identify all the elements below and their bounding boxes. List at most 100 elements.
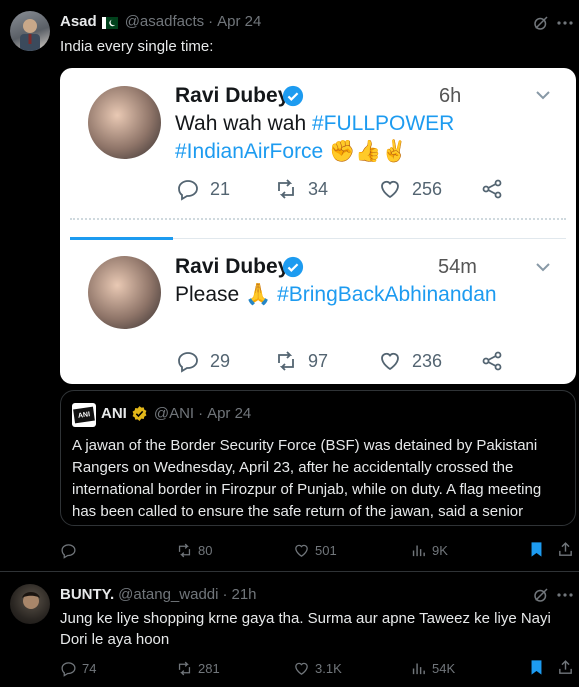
like-count: 236 xyxy=(412,350,443,371)
grok-icon[interactable] xyxy=(532,586,550,604)
timestamp[interactable]: Apr 24 xyxy=(217,13,261,30)
display-name[interactable]: Asad xyxy=(60,13,97,30)
retweet-icon xyxy=(178,543,191,557)
share-icon[interactable] xyxy=(557,659,574,676)
share-icon[interactable] xyxy=(557,541,574,558)
embedded-text: Please 🙏 #BringBackAbhinandan xyxy=(175,281,497,309)
views-button[interactable]: 54K xyxy=(410,660,455,677)
quote-handle: @ANI xyxy=(153,405,195,422)
like-button[interactable]: 501 xyxy=(293,542,337,559)
reply-button[interactable] xyxy=(60,542,82,559)
reply-count: 74 xyxy=(82,660,97,676)
embedded-reply: 29 xyxy=(176,349,230,373)
embedded-avatar xyxy=(88,256,161,329)
separator: · xyxy=(208,13,214,30)
views-button[interactable]: 9K xyxy=(410,542,448,559)
embedded-dotted-divider xyxy=(70,218,566,220)
views-chart-icon xyxy=(412,545,425,556)
more-options-icon[interactable] xyxy=(556,590,574,600)
view-count: 9K xyxy=(432,542,448,558)
handle[interactable]: @asadfacts xyxy=(125,13,204,30)
reply-icon xyxy=(178,352,198,373)
tweet-text: Jung ke liye shopping krne gaya tha. Sur… xyxy=(60,610,551,648)
retweet-button[interactable]: 80 xyxy=(176,542,212,559)
bookmark-filled-icon[interactable] xyxy=(528,659,545,676)
quote-display-name: ANI xyxy=(101,405,127,422)
reply-count: 29 xyxy=(210,350,231,371)
embedded-text-plain: Wah wah wah xyxy=(175,112,307,135)
like-button[interactable]: 3.1K xyxy=(293,660,342,677)
views-chart-icon xyxy=(412,663,425,674)
grok-icon[interactable] xyxy=(532,14,550,32)
like-count: 501 xyxy=(315,542,337,558)
embedded-reply: 21 xyxy=(176,177,230,201)
tweet-actions: 80 501 9K xyxy=(60,540,576,560)
embedded-like: 256 xyxy=(378,177,442,201)
embedded-progress-line xyxy=(70,237,173,240)
reply-icon xyxy=(61,543,76,559)
retweet-button[interactable]: 281 xyxy=(176,660,220,677)
embedded-like: 236 xyxy=(378,349,442,373)
heart-icon xyxy=(295,662,308,675)
tweet-header: BUNTY. @atang_waddi · 21h xyxy=(60,586,257,603)
reply-icon xyxy=(178,180,198,201)
ani-logo-text: ANI xyxy=(73,406,95,424)
reply-count: 21 xyxy=(210,178,231,199)
quote-text: A jawan of the Border Security Force (BS… xyxy=(72,437,542,520)
tweet-actions: 74 281 3.1K 54K xyxy=(60,658,576,678)
emoji-group: ✊👍✌ xyxy=(329,140,408,163)
avatar-person-icon xyxy=(20,19,40,51)
chevron-down-icon xyxy=(536,263,550,272)
quote-header: ANI @ANI · Apr 24 xyxy=(101,405,251,422)
embedded-avatar xyxy=(88,86,161,159)
avatar[interactable] xyxy=(10,584,50,624)
avatar-person-icon xyxy=(22,592,40,609)
tweet-divider xyxy=(0,571,579,572)
embedded-time: 6h xyxy=(439,85,462,107)
handle[interactable]: @atang_waddi xyxy=(118,586,218,603)
display-name[interactable]: BUNTY. xyxy=(60,586,114,603)
verified-badge-icon xyxy=(282,256,304,278)
like-count: 3.1K xyxy=(315,660,342,676)
tweet-text: India every single time: xyxy=(60,38,214,55)
ani-logo-icon: ANI xyxy=(72,403,96,427)
hashtag: #BringBackAbhinandan xyxy=(277,283,497,306)
embedded-divider xyxy=(173,238,566,239)
hashtag: #IndianAirForce xyxy=(175,140,324,163)
more-options-icon[interactable] xyxy=(556,18,574,28)
retweet-icon xyxy=(278,351,294,371)
retweet-icon xyxy=(178,661,191,675)
heart-icon xyxy=(295,544,308,557)
gold-verified-badge-icon xyxy=(132,406,147,421)
hashtag: #FULLPOWER xyxy=(311,112,455,135)
verified-badge-icon xyxy=(282,85,304,107)
tweet-header: Asad @asadfacts · Apr 24 xyxy=(60,13,261,30)
embedded-retweet: 34 xyxy=(274,177,328,201)
embedded-name: Ravi Dubey xyxy=(175,84,290,107)
heart-icon xyxy=(381,352,399,371)
share-icon xyxy=(482,179,502,199)
timestamp[interactable]: 21h xyxy=(231,586,256,603)
tweet-media-image[interactable]: Ravi Dubey 6h Wah wah wah #FULLPOWER #In… xyxy=(60,68,576,384)
embedded-text-line2: #IndianAirForce ✊👍✌ xyxy=(175,138,408,166)
separator: · xyxy=(198,405,204,422)
heart-icon xyxy=(381,180,399,199)
pray-emoji: 🙏 xyxy=(245,283,272,306)
chevron-down-icon xyxy=(536,91,550,100)
embedded-retweet: 97 xyxy=(274,349,328,373)
embedded-text: Wah wah wah #FULLPOWER xyxy=(175,110,454,138)
embedded-time: 54m xyxy=(438,256,477,278)
separator: · xyxy=(222,586,228,603)
quote-timestamp: Apr 24 xyxy=(207,405,252,422)
pakistan-flag-icon xyxy=(101,16,118,29)
embedded-text-plain: Please xyxy=(175,283,240,306)
embedded-name: Ravi Dubey xyxy=(175,255,290,278)
view-count: 54K xyxy=(432,660,456,676)
quoted-tweet[interactable]: ANI ANI @ANI · Apr 24 A jawan of the Bor… xyxy=(60,390,576,526)
reply-button[interactable]: 74 xyxy=(60,660,96,677)
share-icon xyxy=(482,351,502,371)
like-count: 256 xyxy=(412,178,443,199)
avatar[interactable] xyxy=(10,11,50,51)
retweet-count: 97 xyxy=(308,350,329,371)
bookmark-filled-icon[interactable] xyxy=(528,541,545,558)
